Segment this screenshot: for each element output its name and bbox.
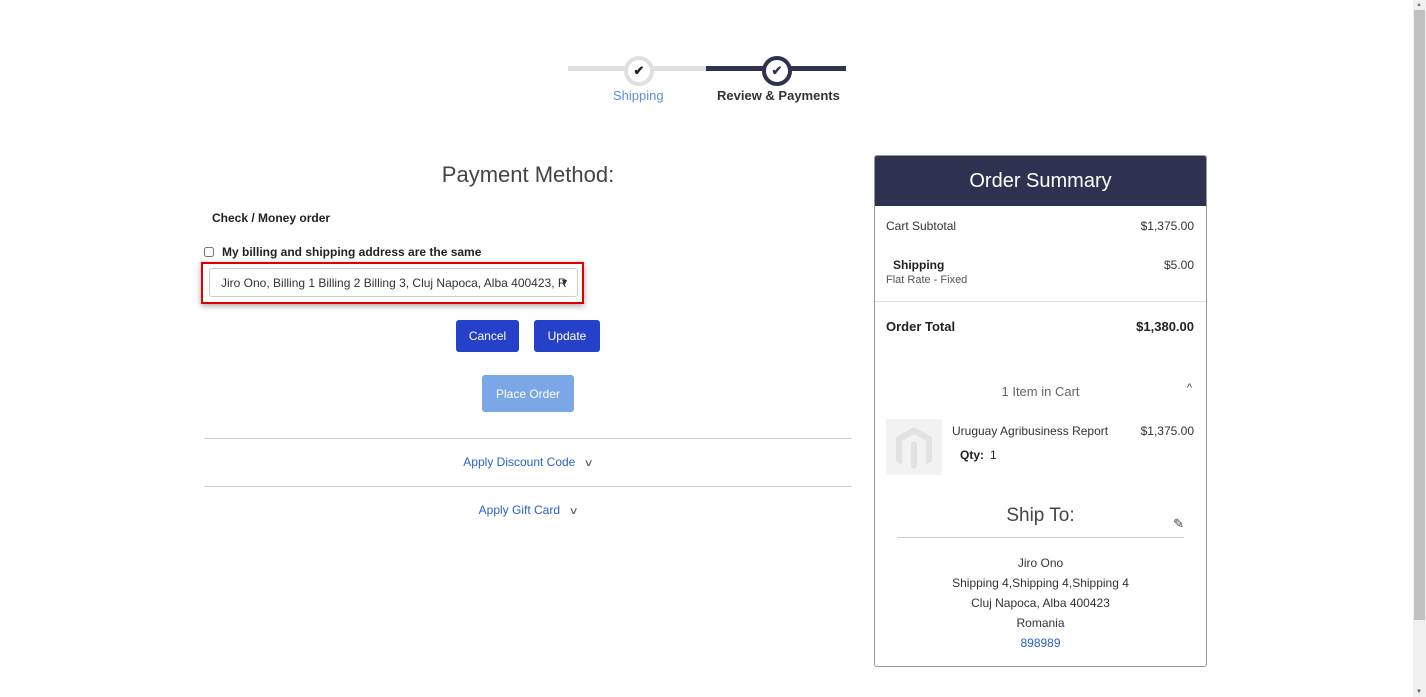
qty-value: 1 — [990, 448, 997, 462]
step-shipping-link[interactable]: Shipping — [613, 88, 664, 103]
chevron-up-icon[interactable]: ^ — [1187, 382, 1192, 394]
same-address-label: My billing and shipping address are the … — [222, 245, 482, 259]
scroll-up-arrow-icon[interactable]: ▲ — [1416, 2, 1422, 8]
update-button[interactable]: Update — [534, 320, 600, 352]
ship-to-phone-link[interactable]: 898989 — [875, 633, 1206, 653]
divider — [204, 486, 852, 487]
chevron-down-icon: ∨ — [568, 506, 579, 517]
shipping-value: $5.00 — [1163, 258, 1194, 272]
ship-to-address: Jiro Ono Shipping 4,Shipping 4,Shipping … — [875, 553, 1206, 653]
same-address-option[interactable]: My billing and shipping address are the … — [204, 245, 481, 259]
item-qty: Qty: 1 — [960, 448, 997, 462]
payment-method-title: Payment Method: — [441, 162, 615, 187]
magento-logo-icon — [896, 427, 932, 469]
item-price: $1,375.00 — [1140, 424, 1194, 438]
shipping-label: Shipping — [893, 258, 945, 272]
divider — [897, 537, 1184, 538]
vertical-scrollbar[interactable]: ▲ ▼ — [1413, 0, 1426, 697]
billing-address-highlight: Jiro Ono, Billing 1 Billing 2 Billing 3,… — [201, 262, 584, 304]
items-in-cart-toggle[interactable]: 1 Item in Cart — [875, 384, 1206, 399]
apply-discount-toggle[interactable]: Apply Discount Code ∨ — [204, 455, 852, 469]
billing-address-value: Jiro Ono, Billing 1 Billing 2 Billing 3,… — [221, 275, 567, 290]
dropdown-arrow-icon: ▼ — [560, 277, 569, 287]
ship-to-name: Jiro Ono — [1017, 556, 1064, 570]
scroll-down-arrow-icon[interactable]: ▼ — [1416, 689, 1422, 695]
order-summary-panel: Order Summary Cart Subtotal $1,375.00 Sh… — [874, 155, 1207, 667]
order-total-label: Order Total — [886, 319, 956, 334]
ship-to-city: Cluj Napoca, Alba 400423 — [971, 596, 1110, 610]
divider — [204, 438, 852, 439]
cart-subtotal-value: $1,375.00 — [1140, 219, 1194, 233]
order-total-value: $1,380.00 — [1136, 319, 1194, 334]
same-address-checkbox[interactable] — [204, 247, 214, 257]
chevron-down-icon: ∨ — [583, 458, 595, 469]
ship-to-country: Romania — [1016, 616, 1065, 630]
cart-subtotal-label: Cart Subtotal — [886, 219, 957, 233]
order-total-row: Order Total $1,380.00 — [886, 319, 1194, 334]
shipping-row: Shipping Flat Rate - Fixed $5.00 — [886, 258, 1194, 286]
item-name: Uruguay Agribusiness Report — [952, 424, 1109, 438]
step-review-label: Review & Payments — [717, 88, 840, 103]
cart-subtotal-row: Cart Subtotal $1,375.00 — [886, 219, 1194, 233]
ship-to-title: Ship To: — [1006, 505, 1075, 526]
scrollbar-thumb[interactable] — [1414, 10, 1425, 620]
edit-pencil-icon[interactable]: ✎ — [1173, 516, 1184, 532]
ship-to-street: Shipping 4,Shipping 4,Shipping 4 — [952, 576, 1129, 590]
payment-method-name[interactable]: Check / Money order — [212, 211, 330, 225]
apply-discount-label: Apply Discount Code — [463, 455, 576, 469]
step-shipping-check-icon[interactable]: ✔ — [624, 56, 654, 86]
shipping-method: Flat Rate - Fixed — [886, 274, 968, 286]
divider — [875, 301, 1206, 302]
step-review-check-icon: ✔ — [762, 56, 792, 86]
product-thumbnail — [886, 419, 942, 475]
billing-address-select[interactable]: Jiro Ono, Billing 1 Billing 2 Billing 3,… — [209, 268, 578, 297]
order-summary-title: Order Summary — [875, 156, 1206, 206]
apply-gift-card-toggle[interactable]: Apply Gift Card ∨ — [204, 503, 852, 517]
place-order-button[interactable]: Place Order — [482, 375, 574, 412]
apply-gift-card-label: Apply Gift Card — [478, 503, 561, 517]
cancel-button[interactable]: Cancel — [456, 320, 519, 352]
qty-label: Qty: — [960, 448, 984, 462]
